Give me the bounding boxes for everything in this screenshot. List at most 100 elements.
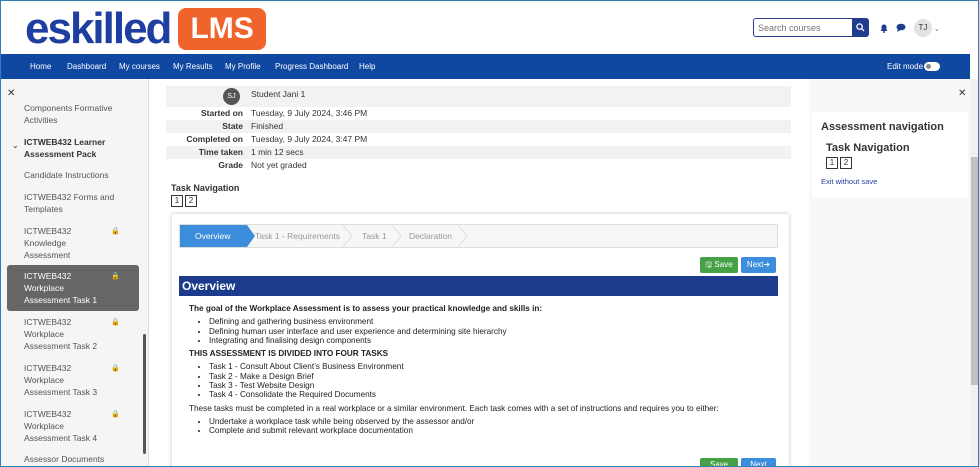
next-label: Next — [750, 460, 767, 467]
course-index-drawer: ✕ Components Formative Activities ⌄ ICTW… — [1, 79, 149, 466]
list-item: Defining and gathering business environm… — [209, 317, 774, 326]
intro-text: The goal of the Workplace Assessment is … — [189, 304, 543, 313]
summary-value: Tuesday, 9 July 2024, 3:46 PM — [251, 108, 368, 118]
save-button-bottom[interactable]: Save — [700, 458, 738, 467]
edit-mode-toggle[interactable] — [924, 62, 940, 71]
summary-value: 1 min 12 secs — [251, 147, 304, 157]
course-index-item[interactable]: ICTWEB432 Forms and Templates — [24, 191, 124, 215]
lock-icon: 🔒 — [111, 228, 120, 235]
summary-value: Finished — [251, 121, 284, 131]
lock-icon: 🔒 — [111, 365, 120, 372]
requirement-text: These tasks must be completed in a real … — [189, 403, 719, 413]
task-navigation: 1 2 — [826, 157, 852, 169]
table-row: State Finished — [166, 120, 791, 133]
tasks-heading: THIS ASSESSMENT IS DIVIDED INTO FOUR TAS… — [189, 349, 389, 359]
list-item: Task 3 - Test Website Design — [209, 381, 774, 390]
eskilled-lms-logo[interactable]: eskilled LMS — [25, 4, 266, 53]
course-index-item[interactable]: Activities — [24, 114, 124, 126]
floppy-icon: 🖫 — [705, 260, 713, 269]
step-overview[interactable]: Overview — [180, 225, 255, 247]
lock-icon: 🔒 — [111, 319, 120, 326]
overview-content: The goal of the Workplace Assessment is … — [189, 304, 774, 440]
page-scrollbar[interactable] — [970, 79, 978, 466]
course-section-title[interactable]: ICTWEB432 Learner Assessment Pack — [24, 136, 124, 160]
nav-my-courses[interactable]: My courses — [119, 62, 160, 71]
course-index-item[interactable]: Candidate Instructions — [24, 169, 124, 181]
close-icon[interactable]: ✕ — [7, 88, 15, 99]
course-index-item[interactable]: ICTWEB432 Workplace Assessment Task 1 — [24, 270, 102, 306]
task-nav-button-2[interactable]: 2 — [185, 195, 197, 207]
nav-progress-dashboard[interactable]: Progress Dashboard — [275, 62, 348, 71]
next-button-bottom[interactable]: Next — [741, 458, 776, 467]
tasks-list: Task 1 - Consult About Client’s Business… — [209, 362, 774, 399]
assessment-panel: Overview Task 1 - Requirements Task 1 De… — [172, 214, 789, 467]
edit-mode-label: Edit mode — [887, 62, 924, 71]
chevron-down-icon[interactable]: ⌄ — [12, 141, 19, 150]
chevron-down-icon[interactable]: ⌄ — [934, 25, 940, 33]
list-item: Task 1 - Consult About Client’s Business… — [209, 362, 774, 371]
task-navigation: 1 2 — [171, 195, 197, 207]
list-item: Complete and submit relevant workplace d… — [209, 426, 774, 435]
task-nav-button-2[interactable]: 2 — [840, 157, 852, 169]
nav-home[interactable]: Home — [30, 62, 51, 71]
lock-icon: 🔒 — [111, 273, 120, 280]
avatar[interactable]: SJ — [223, 88, 240, 105]
drawer-scrollbar[interactable] — [143, 334, 146, 454]
step-task1[interactable]: Task 1 — [362, 225, 387, 247]
user-avatar[interactable]: TJ — [914, 19, 932, 37]
assessment-navigation-drawer: ✕ Assessment navigation Task Navigation … — [809, 79, 970, 466]
step-task1-requirements[interactable]: Task 1 - Requirements — [255, 225, 340, 247]
nav-dashboard[interactable]: Dashboard — [67, 62, 106, 71]
nav-my-results[interactable]: My Results — [173, 62, 213, 71]
course-index-item[interactable]: ICTWEB432 Workplace Assessment Task 2 — [24, 316, 102, 352]
student-name[interactable]: Student Jani 1 — [251, 89, 305, 99]
skills-list: Defining and gathering business environm… — [209, 317, 774, 345]
app-frame: eskilled LMS TJ ⌄ Home Dashboard My cour… — [0, 0, 979, 467]
nav-my-profile[interactable]: My Profile — [225, 62, 261, 71]
block-title: Assessment navigation — [821, 121, 944, 133]
site-header: eskilled LMS TJ ⌄ — [1, 1, 978, 54]
options-list: Undertake a workplace task while being o… — [209, 417, 774, 436]
scrollbar-thumb[interactable] — [971, 157, 978, 385]
task-nav-button-1[interactable]: 1 — [171, 195, 183, 207]
step-separator — [343, 225, 353, 247]
course-index-item[interactable]: Components Formative — [24, 103, 124, 113]
table-row: SJ Student Jani 1 — [166, 86, 791, 107]
summary-value: Tuesday, 9 July 2024, 3:47 PM — [251, 134, 368, 144]
list-item: Undertake a workplace task while being o… — [209, 417, 774, 426]
nav-help[interactable]: Help — [359, 62, 375, 71]
search-icon — [856, 23, 865, 32]
search-button[interactable] — [852, 18, 869, 37]
save-button[interactable]: 🖫 Save — [700, 257, 738, 273]
task-nav-button-1[interactable]: 1 — [826, 157, 838, 169]
next-button[interactable]: Next➜ — [741, 257, 776, 273]
list-item: Defining human user interface and user e… — [209, 327, 774, 336]
summary-key: Started on — [200, 108, 243, 118]
task-navigation-title: Task Navigation — [826, 142, 910, 154]
summary-key: Grade — [218, 160, 243, 170]
course-index-item[interactable]: ICTWEB432 Workplace Assessment Task 3 — [24, 362, 102, 398]
chat-icon[interactable] — [896, 23, 906, 32]
save-label: Save — [714, 260, 733, 269]
table-row: Grade Not yet graded — [166, 159, 791, 172]
primary-nav: Home Dashboard My courses My Results My … — [1, 54, 970, 79]
table-row: Started on Tuesday, 9 July 2024, 3:46 PM — [166, 107, 791, 120]
arrow-right-icon: ➜ — [763, 260, 771, 269]
course-index-item[interactable]: ICTWEB432 Workplace Assessment Task 4 — [24, 408, 102, 444]
course-index-item[interactable]: ICTWEB432 Knowledge Assessment — [24, 225, 96, 261]
save-label: Save — [709, 460, 729, 467]
exit-without-save-link[interactable]: Exit without save — [821, 177, 877, 186]
lock-icon: 🔒 — [111, 411, 120, 418]
search-input[interactable] — [753, 18, 853, 37]
list-item: Task 2 - Make a Design Brief — [209, 372, 774, 381]
next-label: Next — [746, 260, 764, 269]
step-separator — [458, 225, 468, 247]
bell-icon[interactable] — [880, 24, 888, 33]
logo-text: eskilled — [25, 4, 172, 53]
step-declaration[interactable]: Declaration — [409, 225, 452, 247]
step-separator — [392, 225, 402, 247]
close-icon[interactable]: ✕ — [958, 88, 966, 99]
course-index-item[interactable]: Assessor Documents — [24, 453, 124, 465]
table-row: Time taken 1 min 12 secs — [166, 146, 791, 159]
list-item: Integrating and finalising design compon… — [209, 336, 774, 345]
